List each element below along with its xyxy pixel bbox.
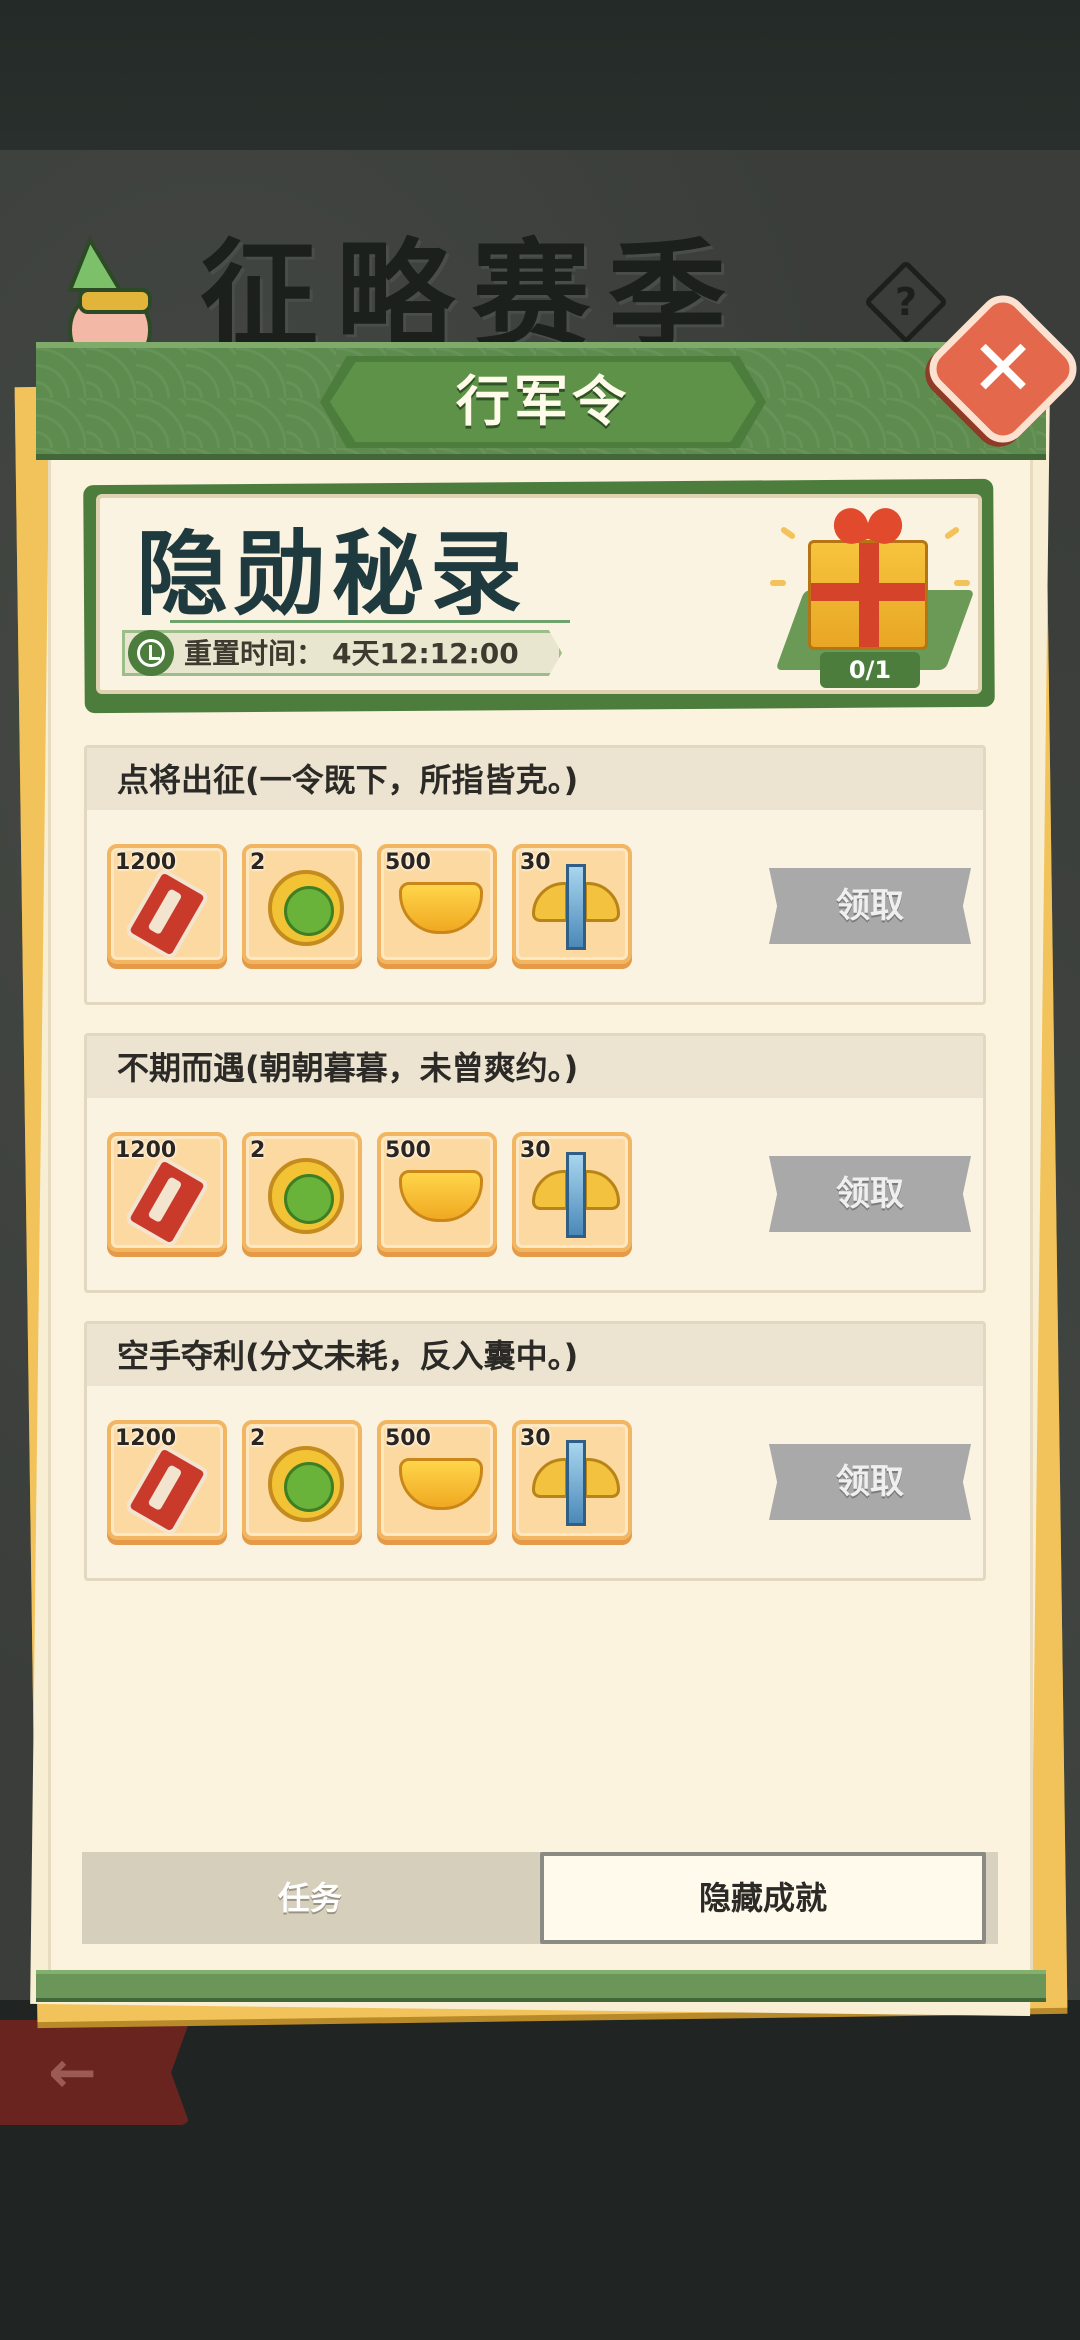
claim-button-label[interactable]: 领取 [769,1156,971,1232]
reward-item[interactable]: 30 [512,1420,632,1540]
gift-progress: 0/1 [820,652,920,688]
reward-item[interactable]: 2 [242,844,362,964]
task-title: 点将出征(一令既下，所指皆克。) [117,761,579,799]
gold-ingot-icon [399,882,483,934]
reward-count: 30 [520,1426,551,1451]
task-card: 点将出征(一令既下，所指皆克。) 1200 2 500 30 领取 [84,745,986,1005]
gift-bow [828,503,908,549]
scroll-icon [123,1155,211,1249]
panel-footer-bar [36,1970,1046,2002]
background-top [0,0,1080,170]
gold-ingot-icon [399,1170,483,1222]
reward-item[interactable]: 500 [377,844,497,964]
reward-item[interactable]: 2 [242,1420,362,1540]
back-arrow-icon: ← [48,2038,97,2106]
tab-task[interactable]: 任务 [82,1852,538,1944]
reward-item[interactable]: 500 [377,1420,497,1540]
reward-count: 2 [250,1138,266,1163]
scroll-icon [123,867,211,961]
reward-count: 30 [520,850,551,875]
tab-hidden-achievements[interactable]: 隐藏成就 [540,1852,986,1944]
task-title: 不期而遇(朝朝暮暮，未曾爽约。) [117,1049,579,1087]
reset-time-value: 4天12:12:00 [332,637,519,670]
reward-count: 2 [250,850,266,875]
coin-icon [268,1158,344,1234]
panel-title: 行军令 [456,370,630,433]
coin-icon [268,1446,344,1522]
sparkle-icon [954,580,970,586]
banner-title: 隐勋秘录 [136,520,529,628]
reward-count: 30 [520,1138,551,1163]
winged-sword-icon [566,1152,586,1238]
close-icon[interactable]: ✕ [944,310,1062,428]
coin-icon [268,870,344,946]
reset-time-label: 重置时间： [184,637,325,670]
reward-count: 1200 [115,1138,177,1163]
reward-count: 500 [385,1426,431,1451]
winged-sword-icon [566,864,586,950]
gold-ingot-icon [399,1458,483,1510]
reward-item[interactable]: 30 [512,844,632,964]
reward-item[interactable]: 500 [377,1132,497,1252]
reward-item[interactable]: 30 [512,1132,632,1252]
season-title: 征略赛季 [200,226,745,365]
reward-item[interactable]: 1200 [107,1132,227,1252]
task-card: 不期而遇(朝朝暮暮，未曾爽约。) 1200 2 500 30 领取 [84,1033,986,1293]
gift-box-icon[interactable] [808,540,928,650]
reward-item[interactable]: 1200 [107,844,227,964]
task-card: 空手夺利(分文未耗，反入囊中。) 1200 2 500 30 领取 [84,1321,986,1581]
back-button[interactable]: ← [0,2020,190,2125]
reward-count: 1200 [115,850,177,875]
claim-button-label[interactable]: 领取 [769,1444,971,1520]
reward-count: 1200 [115,1426,177,1451]
reward-count: 2 [250,1426,266,1451]
reward-item[interactable]: 1200 [107,1420,227,1540]
claim-button-label[interactable]: 领取 [769,868,971,944]
banner-divider [170,620,570,623]
reward-item[interactable]: 2 [242,1132,362,1252]
sparkle-icon [770,580,786,586]
reward-count: 500 [385,850,431,875]
winged-sword-icon [566,1440,586,1526]
scroll-icon [123,1443,211,1537]
task-title: 空手夺利(分文未耗，反入囊中。) [117,1337,579,1375]
clock-icon [128,630,174,676]
reward-count: 500 [385,1138,431,1163]
